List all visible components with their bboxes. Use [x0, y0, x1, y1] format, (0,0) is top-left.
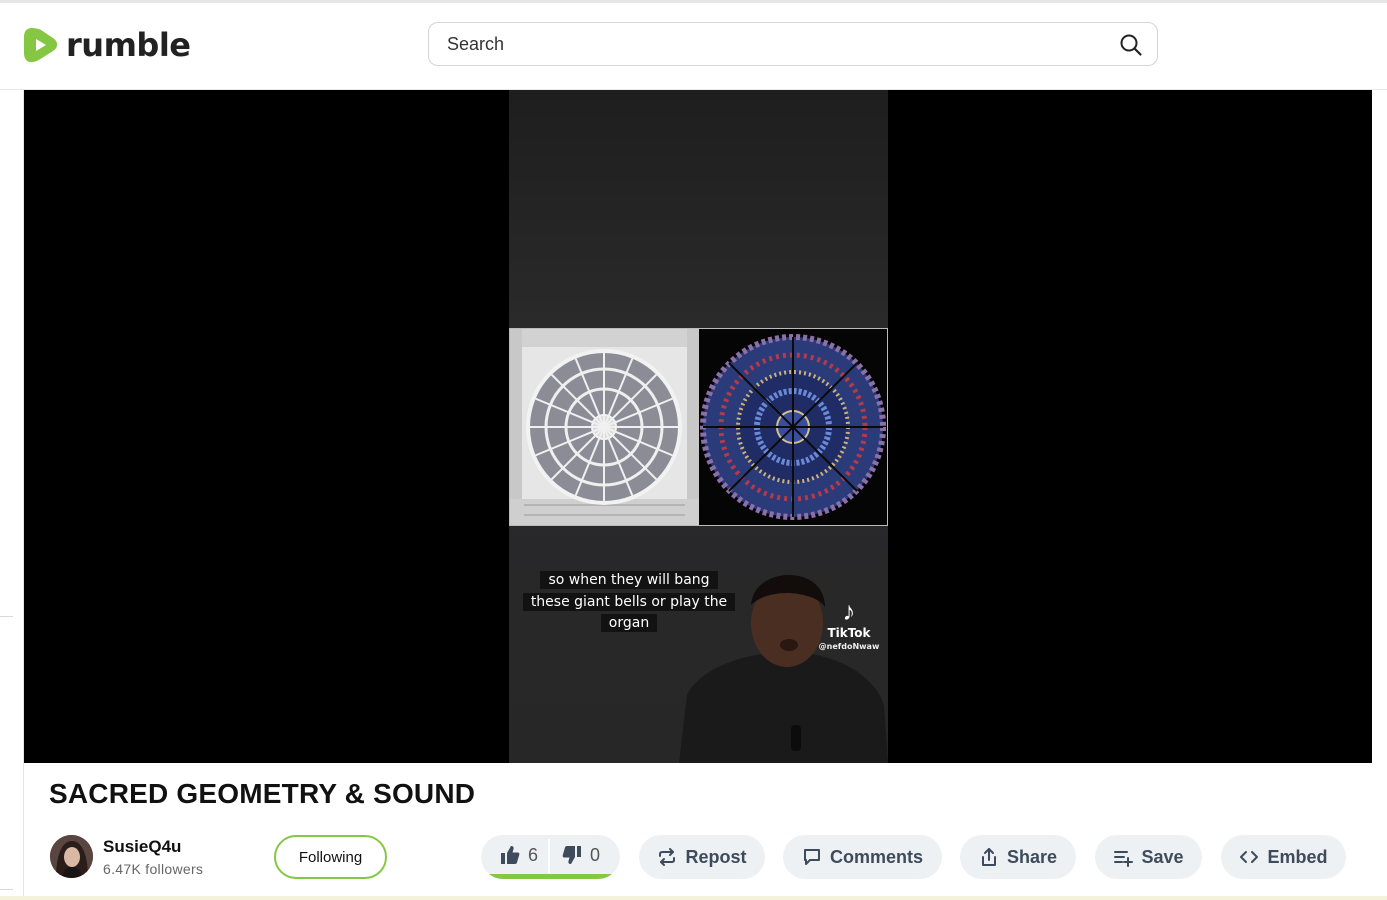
vote-ratio-fill — [486, 874, 615, 879]
rail-divider — [0, 616, 13, 617]
thumbs-down-icon — [562, 846, 581, 864]
search-icon[interactable] — [1119, 33, 1143, 57]
embed-button[interactable]: Embed — [1221, 835, 1346, 879]
rose-window-exterior-image — [510, 329, 699, 525]
repost-icon — [657, 847, 677, 867]
share-label: Share — [1006, 846, 1058, 867]
comments-button[interactable]: Comments — [783, 835, 942, 879]
thumbs-up-icon — [501, 846, 520, 864]
rose-window-images — [509, 328, 888, 526]
rail-divider — [0, 889, 13, 890]
channel-name[interactable]: SusieQ4u — [103, 837, 203, 857]
rumble-play-icon — [24, 28, 58, 63]
caption-line: organ — [600, 614, 658, 632]
vote-separator — [548, 839, 550, 873]
tiktok-watermark: ♪ TikTok @nefdoNwaw — [809, 598, 889, 651]
left-rail — [0, 89, 24, 900]
tiktok-handle: @nefdoNwaw — [818, 642, 880, 651]
comments-label: Comments — [829, 846, 923, 867]
following-button[interactable]: Following — [274, 835, 387, 879]
share-icon — [979, 847, 999, 867]
top-navigation-bar: rumble — [0, 3, 1387, 90]
video-frame: so when they will bang these giant bells… — [509, 90, 888, 763]
code-icon — [1239, 847, 1259, 867]
like-count: 6 — [528, 844, 539, 865]
search-input[interactable] — [441, 23, 1103, 65]
dislike-button[interactable]: 0 — [562, 835, 600, 875]
tiktok-note-icon: ♪ — [842, 596, 856, 626]
vote-ratio-bar — [486, 874, 615, 879]
search-box — [428, 22, 1158, 66]
channel-info: SusieQ4u 6.47K followers — [50, 835, 203, 878]
playlist-add-icon — [1113, 847, 1134, 867]
repost-label: Repost — [685, 846, 747, 867]
video-player[interactable]: so when they will bang these giant bells… — [24, 90, 1372, 763]
video-title: SACRED GEOMETRY & SOUND — [49, 778, 476, 809]
follower-count: 6.47K followers — [103, 860, 204, 877]
share-button[interactable]: Share — [960, 835, 1076, 879]
channel-avatar[interactable] — [50, 835, 93, 878]
save-label: Save — [1141, 846, 1184, 867]
tiktok-label: TikTok — [827, 626, 871, 640]
logo-wordmark: rumble — [66, 26, 191, 64]
embed-label: Embed — [1267, 846, 1328, 867]
repost-button[interactable]: Repost — [639, 835, 765, 879]
comment-icon — [802, 847, 822, 867]
rumble-logo[interactable]: rumble — [22, 23, 191, 67]
like-button[interactable]: 6 — [500, 835, 538, 875]
dislike-count: 0 — [590, 844, 601, 865]
save-button[interactable]: Save — [1095, 835, 1202, 879]
vote-control: 6 0 — [481, 835, 620, 879]
rose-window-interior-image — [699, 329, 887, 525]
bottom-edge — [0, 896, 1387, 900]
